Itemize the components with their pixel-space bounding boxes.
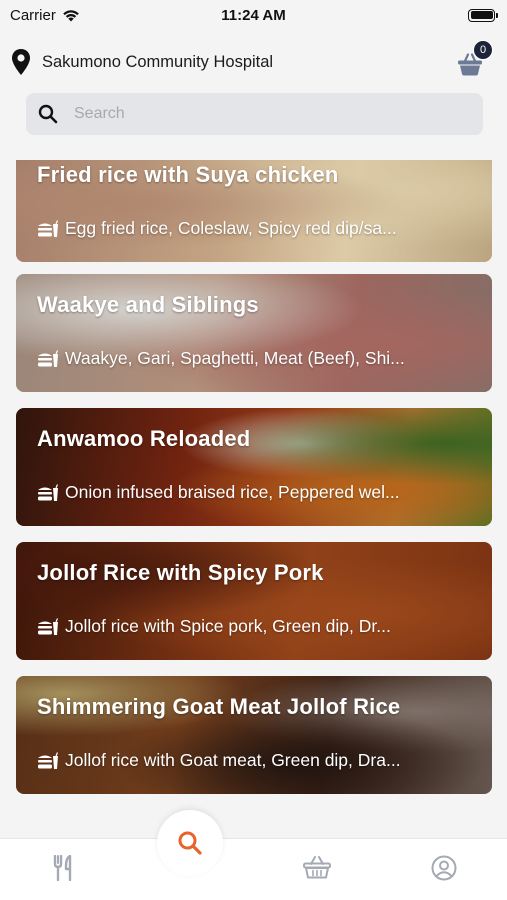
search-bar[interactable]: [26, 93, 483, 135]
meal-combo-icon: [38, 349, 59, 367]
status-bar: Carrier 11:24 AM: [0, 0, 507, 30]
nav-restaurant[interactable]: [44, 855, 84, 885]
meal-description-text: Jollof rice with Spice pork, Green dip, …: [65, 616, 391, 636]
meal-card[interactable]: Jollof Rice with Spicy Pork Jollof rice …: [16, 542, 492, 660]
meal-card[interactable]: Fried rice with Suya chicken Egg fried r…: [16, 160, 492, 262]
meal-list[interactable]: Fried rice with Suya chicken Egg fried r…: [16, 160, 492, 840]
meal-description-text: Egg fried rice, Coleslaw, Spicy red dip/…: [65, 218, 397, 238]
meal-description: Jollof rice with Spice pork, Green dip, …: [37, 616, 391, 637]
meal-card[interactable]: Anwamoo Reloaded Onion infused braised r…: [16, 408, 492, 526]
cart-button[interactable]: 0: [455, 40, 493, 76]
meal-title: Shimmering Goat Meat Jollof Rice: [37, 694, 401, 719]
status-left: Carrier: [10, 7, 80, 24]
meal-combo-icon: [38, 219, 59, 237]
meal-description: Egg fried rice, Coleslaw, Spicy red dip/…: [37, 218, 397, 239]
bottom-nav: [0, 838, 507, 900]
meal-combo-icon: [38, 617, 59, 635]
meal-title: Waakye and Siblings: [37, 292, 259, 317]
carrier-label: Carrier: [10, 6, 56, 24]
meal-title: Jollof Rice with Spicy Pork: [37, 560, 324, 585]
battery-icon: [468, 8, 498, 22]
nav-profile[interactable]: [424, 855, 464, 885]
search-input[interactable]: [74, 105, 454, 123]
location-header[interactable]: Sakumono Community Hospital 0: [10, 40, 493, 80]
meal-combo-icon: [38, 483, 59, 501]
cart-count-badge: 0: [473, 40, 493, 60]
search-icon: [178, 831, 202, 855]
meal-title: Fried rice with Suya chicken: [37, 162, 339, 187]
search-icon: [38, 104, 58, 124]
meal-description-text: Onion infused braised rice, Peppered wel…: [65, 482, 400, 502]
nav-search-button[interactable]: [157, 810, 223, 876]
meal-card[interactable]: Waakye and Siblings Waakye, Gari, Spaghe…: [16, 274, 492, 392]
meal-description-text: Jollof rice with Goat meat, Green dip, D…: [65, 750, 401, 770]
nav-basket[interactable]: [297, 855, 337, 885]
wifi-icon: [63, 9, 79, 21]
meal-card[interactable]: Shimmering Goat Meat Jollof Rice Jollof …: [16, 676, 492, 794]
meal-description: Onion infused braised rice, Peppered wel…: [37, 482, 400, 503]
profile-icon: [431, 855, 457, 881]
meal-combo-icon: [38, 751, 59, 769]
meal-description-text: Waakye, Gari, Spaghetti, Meat (Beef), Sh…: [65, 348, 405, 368]
location-name: Sakumono Community Hospital: [42, 52, 274, 71]
location-pin-icon: [12, 49, 30, 75]
meal-description: Jollof rice with Goat meat, Green dip, D…: [37, 750, 401, 771]
restaurant-icon: [53, 855, 72, 881]
meal-title: Anwamoo Reloaded: [37, 426, 251, 451]
basket-icon: [303, 856, 331, 879]
meal-description: Waakye, Gari, Spaghetti, Meat (Beef), Sh…: [37, 348, 405, 369]
